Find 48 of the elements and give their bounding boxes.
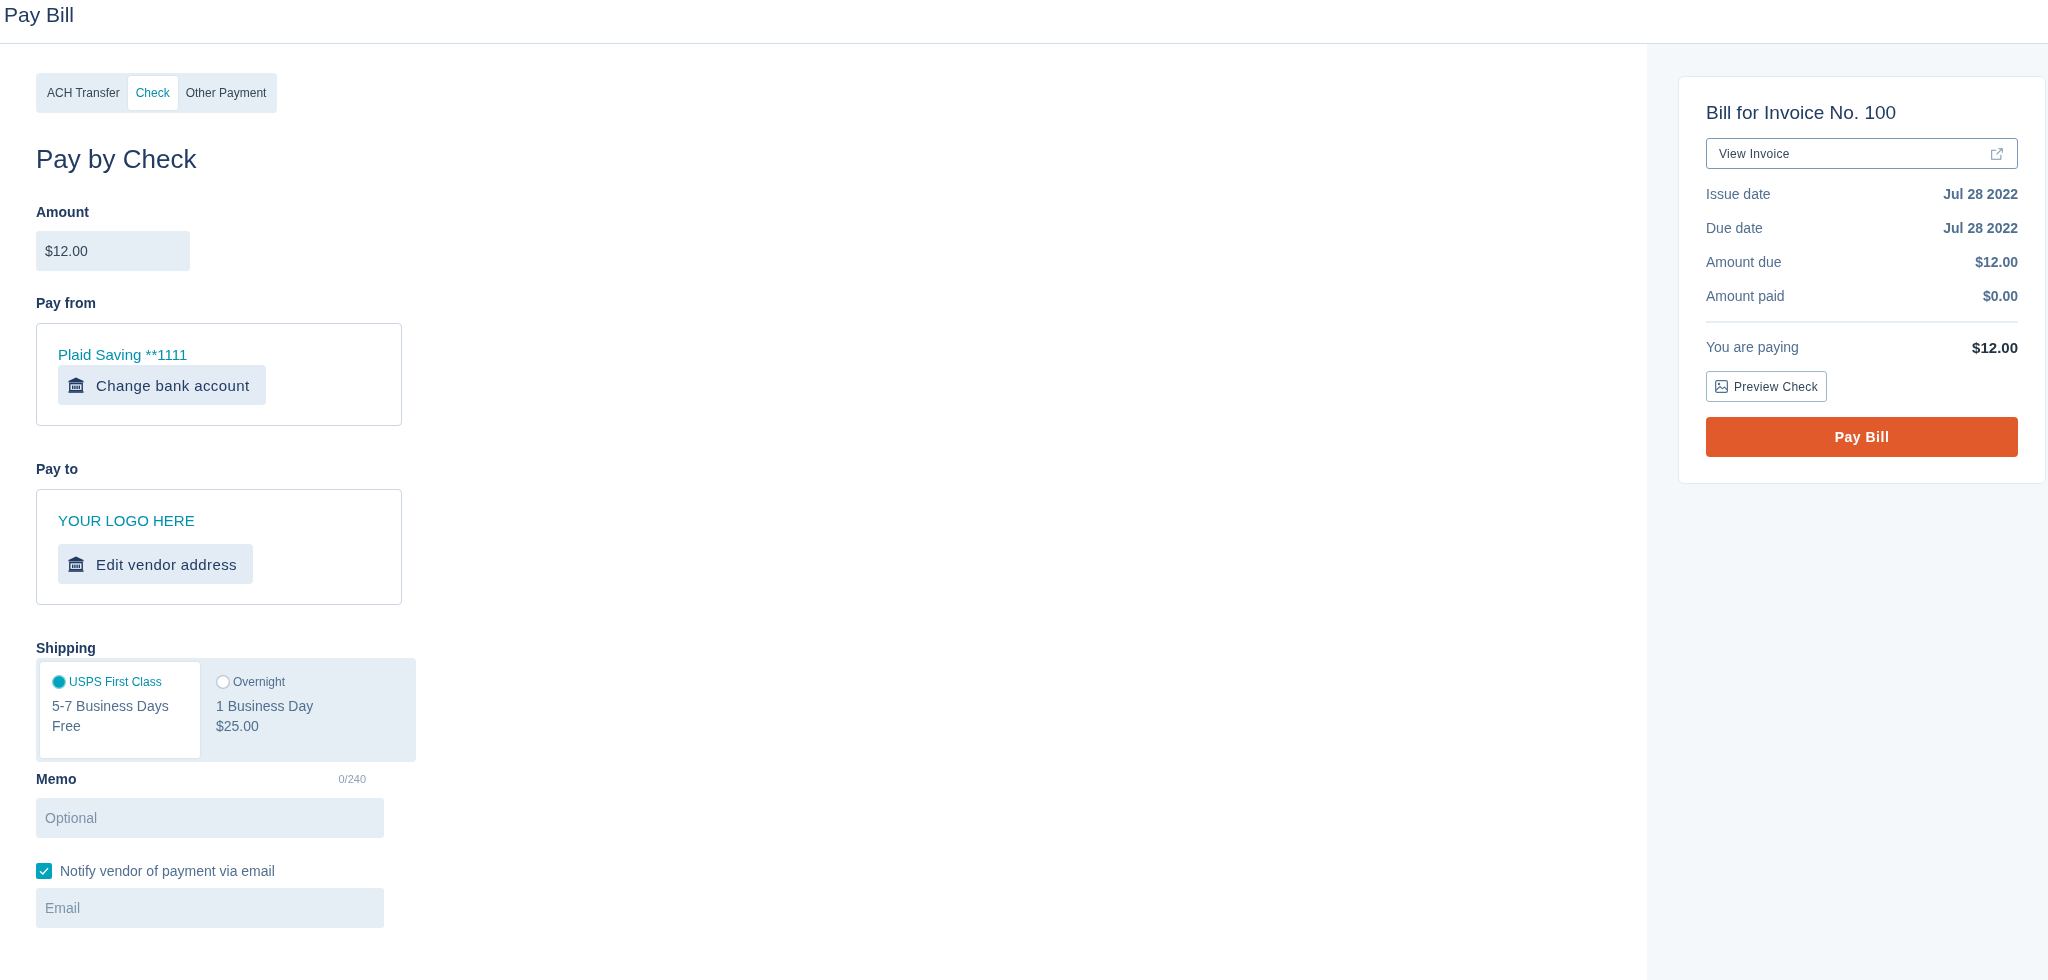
shipping-price: Free <box>52 717 82 736</box>
memo-field[interactable]: Optional <box>36 798 384 838</box>
shipping-method-label: Overnight <box>233 674 286 690</box>
section-heading: Pay by Check <box>36 144 197 174</box>
detail-value: Jul 28 2022 <box>1943 186 2018 202</box>
summary-title: Bill for Invoice No. 100 <box>1706 101 1898 125</box>
delivery-time: 1 Business Day <box>216 697 315 716</box>
payment-tab[interactable]: Check <box>127 76 178 110</box>
checkbox[interactable] <box>36 863 52 879</box>
shipping-option[interactable]: USPS First Class 5-7 Business Days Free <box>40 662 200 758</box>
field-label: Memo <box>36 770 77 788</box>
radio-button[interactable] <box>216 675 230 689</box>
field-label: Pay to <box>36 460 78 478</box>
preview-check-button[interactable]: Preview Check <box>1706 371 1827 402</box>
detail-label: Amount due <box>1706 254 1782 270</box>
detail-label: Due date <box>1706 220 1763 236</box>
character-counter: 0/240 <box>338 773 366 785</box>
payment-tab[interactable]: Other Payment <box>177 76 275 110</box>
page-title: Pay Bill <box>4 2 75 28</box>
bank-icon <box>68 556 84 572</box>
detail-value: $0.00 <box>1982 288 2018 304</box>
detail-label: Amount paid <box>1706 288 1785 304</box>
change-bank-account-button[interactable]: Change bank account <box>58 365 266 405</box>
field-label: Shipping <box>36 639 96 657</box>
shipping-method-label: USPS First Class <box>69 674 162 690</box>
delivery-time: 5-7 Business Days <box>52 697 170 716</box>
amount-field[interactable]: $12.00 <box>36 231 190 271</box>
field-label: Amount <box>36 203 89 221</box>
payment-tab[interactable]: ACH Transfer <box>39 76 128 110</box>
detail-value: Jul 28 2022 <box>1943 220 2018 236</box>
detail-label: Issue date <box>1706 186 1771 202</box>
total-value: $12.00 <box>1972 338 2018 356</box>
external-link-icon <box>1991 147 2003 160</box>
image-icon <box>1715 380 1728 393</box>
shipping-option[interactable]: Overnight 1 Business Day $25.00 <box>204 662 364 758</box>
vendor-logo-text: YOUR LOGO HERE <box>58 513 196 529</box>
field-label: Pay from <box>36 294 96 312</box>
checkbox-label: Notify vendor of payment via email <box>60 863 275 879</box>
total-label: You are paying <box>1706 339 1799 355</box>
pay-bill-button[interactable]: Pay Bill <box>1706 417 2018 457</box>
edit-vendor-address-button[interactable]: Edit vendor address <box>58 544 253 584</box>
bank-account-name: Plaid Saving **1111 <box>58 347 189 363</box>
radio-button[interactable] <box>52 675 66 689</box>
bank-icon <box>68 377 84 393</box>
view-invoice-button[interactable]: View Invoice <box>1706 138 2018 169</box>
shipping-price: $25.00 <box>216 717 260 736</box>
email-field[interactable]: Email <box>36 888 384 928</box>
detail-value: $12.00 <box>1975 254 2018 270</box>
